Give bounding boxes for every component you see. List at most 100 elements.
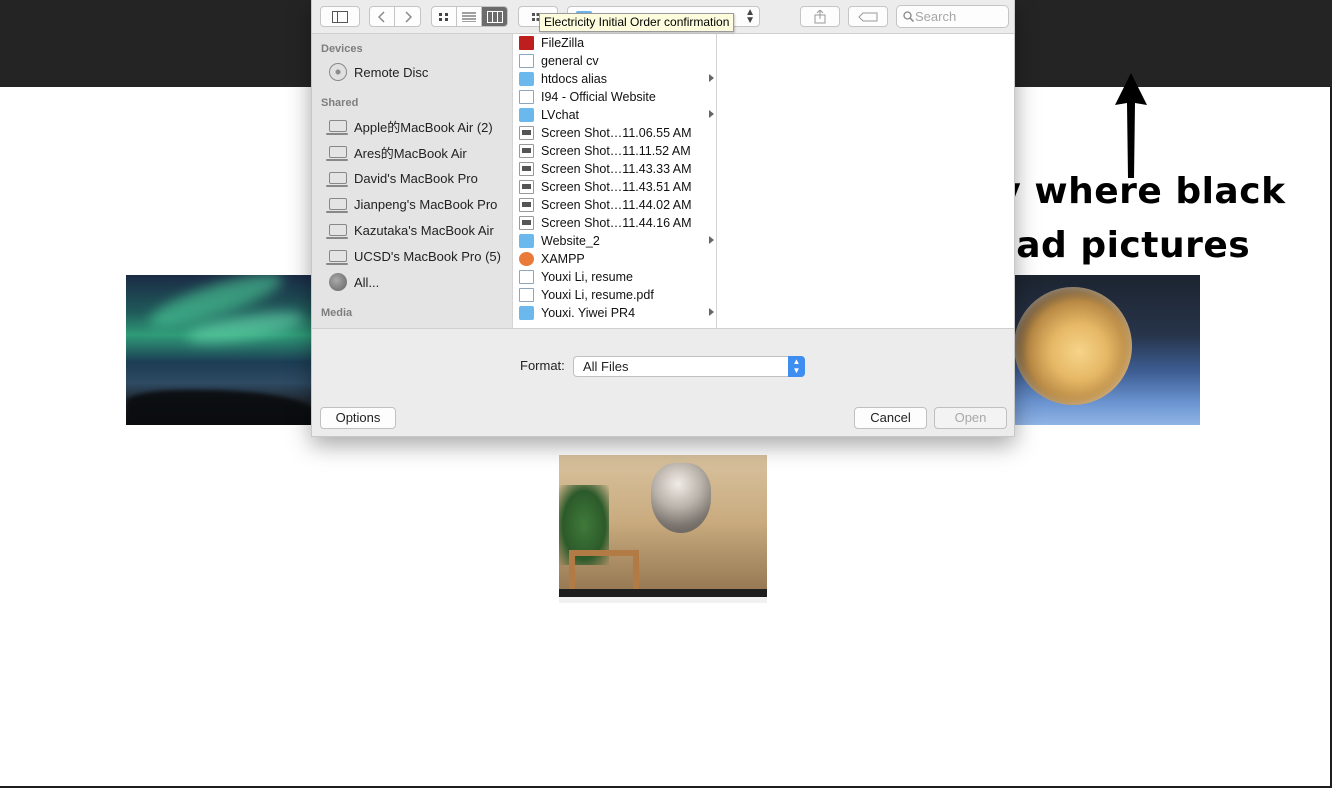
chevron-left-icon xyxy=(378,10,385,23)
jumping-cat-photo[interactable] xyxy=(559,455,767,603)
file-item[interactable]: Screen Shot…11.43.33 AM xyxy=(519,160,716,178)
disclosure-arrow-icon xyxy=(709,110,714,118)
sidebar-item-remote-disc[interactable]: Remote Disc xyxy=(329,61,428,83)
file-item[interactable]: Screen Shot…11.11.52 AM xyxy=(519,142,716,160)
share-button[interactable] xyxy=(800,6,840,27)
laptop-icon xyxy=(326,198,348,213)
laptop-icon xyxy=(326,146,348,161)
sidebar-item-shared-computer[interactable]: UCSD's MacBook Pro (5) xyxy=(326,245,501,267)
folder-item[interactable]: Youxi. Yiwei PR4 xyxy=(519,304,716,322)
open-file-dialog: ▲ ▼ Electricity Initial Order confirmatio… xyxy=(311,0,1015,437)
sidebar-item-label: Jianpeng's MacBook Pro xyxy=(354,196,498,212)
sidebar-item-label: Apple的MacBook Air (2) xyxy=(354,119,493,135)
format-select[interactable]: All Files ▲ ▼ xyxy=(573,356,805,377)
up-arrow-icon xyxy=(1115,73,1147,178)
list-view-button[interactable] xyxy=(457,7,482,26)
file-item[interactable]: FileZilla xyxy=(519,34,716,52)
disclosure-arrow-icon xyxy=(709,74,714,82)
devices-heading: Devices xyxy=(321,43,363,55)
laptop-icon xyxy=(326,172,348,187)
disc-icon xyxy=(329,63,347,81)
laptop-icon xyxy=(326,250,348,265)
file-item[interactable]: Screen Shot…11.06.55 AM xyxy=(519,124,716,142)
file-item[interactable]: Screen Shot…11.43.51 AM xyxy=(519,178,716,196)
sidebar-item-label: UCSD's MacBook Pro (5) xyxy=(354,248,501,264)
sidebar-item-all-shared[interactable]: All... xyxy=(329,271,379,293)
file-name: Website_2 xyxy=(541,234,600,248)
folder-icon xyxy=(519,72,534,86)
search-placeholder: Search xyxy=(915,9,957,24)
format-label: Format: xyxy=(520,358,565,373)
tags-button[interactable] xyxy=(848,6,888,27)
sidebar-icon xyxy=(332,10,348,23)
filezilla-icon xyxy=(519,36,534,50)
folder-icon xyxy=(519,306,534,320)
grid-icon xyxy=(439,12,448,21)
view-mode-control xyxy=(431,6,508,27)
chair xyxy=(569,550,639,592)
embedded-image-caption xyxy=(559,597,767,603)
folder-item[interactable]: Website_2 xyxy=(519,232,716,250)
file-item[interactable]: Youxi Li, resume xyxy=(519,268,716,286)
file-name: Youxi Li, resume xyxy=(541,270,633,284)
cat xyxy=(651,463,711,533)
sidebar-item-shared-computer[interactable]: Kazutaka's MacBook Air xyxy=(326,219,494,241)
folder-item[interactable]: LVchat xyxy=(519,106,716,124)
file-name: Screen Shot…11.06.55 AM xyxy=(541,126,692,140)
frozen-bubble-photo[interactable] xyxy=(1010,275,1200,425)
tag-icon xyxy=(858,12,878,21)
aurora-photo[interactable] xyxy=(126,275,312,425)
screenshot-icon xyxy=(519,216,534,230)
chevron-updown-icon: ▲ ▼ xyxy=(745,7,755,26)
file-name: I94 - Official Website xyxy=(541,90,656,104)
back-button[interactable] xyxy=(370,7,395,26)
sidebar-toggle-button[interactable] xyxy=(320,6,360,27)
icon-view-button[interactable] xyxy=(432,7,457,26)
share-icon xyxy=(814,9,826,23)
file-name: Screen Shot…11.44.02 AM xyxy=(541,198,692,212)
sidebar-item-label: Ares的MacBook Air xyxy=(354,145,467,161)
media-heading: Media xyxy=(321,307,353,319)
chevron-updown-icon: ▲ ▼ xyxy=(788,356,805,377)
folder-item[interactable]: htdocs alias xyxy=(519,70,716,88)
file-name: Screen Shot…11.11.52 AM xyxy=(541,144,691,158)
file-item[interactable]: Screen Shot…11.44.02 AM xyxy=(519,196,716,214)
sidebar-item-shared-computer[interactable]: Jianpeng's MacBook Pro xyxy=(326,193,498,215)
sidebar-item-label: Kazutaka's MacBook Air xyxy=(354,222,494,238)
screenshot-icon xyxy=(519,198,534,212)
column-view-button[interactable] xyxy=(482,7,507,26)
file-item[interactable]: I94 - Official Website xyxy=(519,88,716,106)
file-item[interactable]: general cv xyxy=(519,52,716,70)
dialog-sidebar: Devices Remote Disc Shared Apple的MacBook… xyxy=(312,34,512,328)
image-credit-bar xyxy=(559,589,767,597)
sidebar-item-shared-computer[interactable]: Ares的MacBook Air xyxy=(326,141,467,163)
document-icon xyxy=(519,270,534,284)
sidebar-item-shared-computer[interactable]: David's MacBook Pro xyxy=(326,167,478,189)
forward-button[interactable] xyxy=(395,7,420,26)
filename-tooltip: Electricity Initial Order confirmation xyxy=(539,13,735,32)
file-item[interactable]: Youxi Li, resume.pdf xyxy=(519,286,716,304)
dark-shoreline xyxy=(126,390,312,425)
file-name: Youxi. Yiwei PR4 xyxy=(541,306,636,320)
laptop-icon xyxy=(326,120,348,135)
pdf-icon xyxy=(519,288,534,302)
preview-column xyxy=(717,34,1014,328)
file-item[interactable]: XAMPP xyxy=(519,250,716,268)
open-button[interactable]: Open xyxy=(934,407,1007,429)
sidebar-item-shared-computer[interactable]: Apple的MacBook Air (2) xyxy=(326,115,493,137)
chevron-right-icon xyxy=(404,10,412,23)
sidebar-item-label: David's MacBook Pro xyxy=(354,170,478,186)
file-item[interactable]: Screen Shot…11.44.16 AM xyxy=(519,214,716,232)
cancel-button[interactable]: Cancel xyxy=(854,407,927,429)
screenshot-icon xyxy=(519,144,534,158)
shared-heading: Shared xyxy=(321,97,359,109)
xampp-icon xyxy=(519,252,534,266)
file-name: Youxi Li, resume.pdf xyxy=(541,288,654,302)
search-field[interactable]: Search xyxy=(896,5,1009,28)
sidebar-item-label: All... xyxy=(354,274,380,290)
document-icon xyxy=(519,54,534,68)
columns-icon xyxy=(486,10,503,23)
file-name: LVchat xyxy=(541,108,579,122)
web-page: Click any where black to upload pictures xyxy=(0,0,1332,788)
options-button[interactable]: Options xyxy=(320,407,396,429)
